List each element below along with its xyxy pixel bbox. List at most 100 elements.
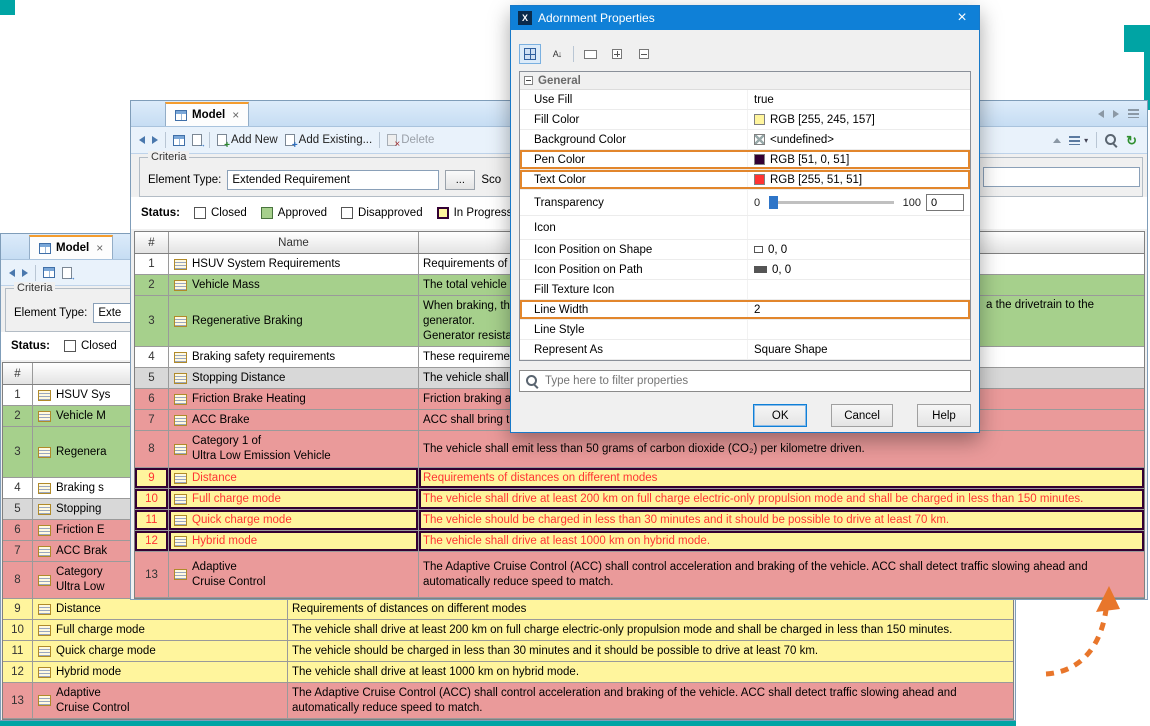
requirement-name-cell[interactable]: Stopping Distance [169,368,419,388]
requirement-name-cell[interactable]: AdaptiveCruise Control [33,683,288,718]
row-number-cell[interactable]: 5 [3,499,33,519]
slider-thumb[interactable] [769,196,778,209]
property-value[interactable] [748,280,970,299]
scroll-tabs-right-icon[interactable] [1113,110,1119,118]
status-checkbox-approved[interactable] [261,207,273,219]
table-row[interactable]: 13AdaptiveCruise ControlThe Adaptive Cru… [135,552,1144,598]
view-options-icon[interactable]: ▾ [1069,136,1088,145]
requirement-text-cell[interactable]: The vehicle should be charged in less th… [288,641,1013,661]
property-value[interactable] [748,320,970,339]
property-row[interactable]: Icon Position on Path0, 0 [520,260,970,280]
table-row[interactable]: 12Hybrid modeThe vehicle shall drive at … [3,662,1013,683]
requirement-name-cell[interactable]: AdaptiveCruise Control [169,552,419,597]
requirement-name-cell[interactable]: Quick charge mode [33,641,288,661]
row-number-cell[interactable]: 7 [135,410,169,430]
show-description-icon[interactable] [579,44,601,64]
property-row[interactable]: Use Filltrue [520,90,970,110]
requirement-text-cell[interactable]: The vehicle shall drive at least 1000 km… [288,662,1013,682]
requirement-name-cell[interactable]: Hybrid mode [169,531,419,551]
row-number-cell[interactable]: 3 [3,427,33,477]
export-icon[interactable] [62,267,72,279]
column-header-number[interactable]: # [3,363,33,384]
table-row[interactable]: 11Quick charge modeThe vehicle should be… [3,641,1013,662]
ok-button[interactable]: OK [753,404,807,427]
status-checkbox-in-progress[interactable] [437,207,449,219]
requirement-text-cell[interactable]: The vehicle shall drive at least 1000 km… [419,531,1144,551]
row-number-cell[interactable]: 4 [3,478,33,498]
requirement-text-cell[interactable]: The vehicle shall drive at least 200 km … [288,620,1013,640]
dialog-title-bar[interactable]: X Adornment Properties × [511,6,979,30]
scope-input[interactable] [983,167,1140,187]
row-number-cell[interactable]: 11 [3,641,33,661]
table-row[interactable]: 13AdaptiveCruise ControlThe Adaptive Cru… [3,683,1013,719]
tab-model-back[interactable]: Model × [29,235,113,259]
property-value[interactable] [748,216,970,239]
forward-icon[interactable] [152,136,158,144]
row-number-cell[interactable]: 2 [135,275,169,295]
export-icon[interactable] [192,134,202,146]
cancel-button[interactable]: Cancel [831,404,893,427]
tab-list-icon[interactable] [1128,109,1139,118]
property-row[interactable]: Text ColorRGB [255, 51, 51] [520,170,970,190]
requirement-name-cell[interactable]: Full charge mode [169,489,419,509]
status-option-approved[interactable]: Approved [261,207,327,219]
tab-close-icon[interactable]: × [232,108,239,122]
property-value[interactable]: 0, 0 [748,260,970,279]
element-type-input[interactable] [227,170,439,190]
property-value[interactable]: true [748,90,970,109]
requirement-name-cell[interactable]: Distance [33,599,288,619]
row-number-cell[interactable]: 5 [135,368,169,388]
property-value[interactable]: Square Shape [748,340,970,359]
expand-properties-icon[interactable] [606,44,628,64]
row-number-cell[interactable]: 9 [135,468,169,488]
row-number-cell[interactable]: 4 [135,347,169,367]
property-value[interactable]: RGB [51, 0, 51] [748,150,970,169]
filter-box[interactable] [519,370,971,392]
open-table-icon[interactable] [173,135,185,146]
property-row[interactable]: Fill ColorRGB [255, 245, 157] [520,110,970,130]
property-row[interactable]: Background Color<undefined> [520,130,970,150]
property-row[interactable]: Line Style [520,320,970,340]
table-row[interactable]: 10Full charge modeThe vehicle shall driv… [135,489,1144,510]
column-header-number[interactable]: # [135,232,169,253]
property-row[interactable]: Icon Position on Shape0, 0 [520,240,970,260]
property-row[interactable]: Transparency01000 [520,190,970,216]
filter-input[interactable] [545,375,964,387]
delete-button[interactable]: Delete [387,134,434,146]
row-number-cell[interactable]: 2 [3,406,33,426]
column-header-name[interactable]: Name [169,232,419,253]
property-group-general[interactable]: General [520,72,970,90]
row-number-cell[interactable]: 8 [3,562,33,598]
row-number-cell[interactable]: 13 [135,552,169,597]
transparency-slider[interactable] [769,201,894,204]
requirement-name-cell[interactable]: Quick charge mode [169,510,419,530]
table-row[interactable]: 9DistanceRequirements of distances on di… [3,599,1013,620]
browse-button[interactable]: ... [445,170,475,190]
close-icon[interactable]: × [945,6,979,30]
table-row[interactable]: 9DistanceRequirements of distances on di… [135,468,1144,489]
open-table-icon[interactable] [43,267,55,278]
property-value[interactable]: RGB [255, 51, 51] [748,170,970,189]
row-number-cell[interactable]: 10 [3,620,33,640]
requirement-text-cell[interactable]: The vehicle shall emit less than 50 gram… [419,431,1144,467]
table-row[interactable]: 11Quick charge modeThe vehicle should be… [135,510,1144,531]
property-value[interactable]: 2 [748,300,970,319]
requirement-text-cell[interactable]: Requirements of distances on different m… [288,599,1013,619]
requirement-text-cell[interactable]: The vehicle shall drive at least 200 km … [419,489,1144,509]
collapse-criteria-icon[interactable] [1053,138,1061,143]
add-existing-button[interactable]: Add Existing... [285,134,373,146]
status-option-disapproved[interactable]: Disapproved [341,207,423,219]
status-checkbox-closed[interactable] [194,207,206,219]
requirement-name-cell[interactable]: Distance [169,468,419,488]
status-checkbox-closed[interactable] [64,340,76,352]
categorized-view-icon[interactable] [519,44,541,64]
tab-close-icon[interactable]: × [96,241,103,255]
collapse-group-icon[interactable] [524,76,533,85]
requirement-name-cell[interactable]: HSUV System Requirements [169,254,419,274]
property-value[interactable]: <undefined> [748,130,970,149]
tab-model[interactable]: Model × [165,102,249,126]
requirement-text-cell[interactable]: Requirements of distances on different m… [419,468,1144,488]
property-row[interactable]: Icon [520,216,970,240]
requirement-text-cell[interactable]: The Adaptive Cruise Control (ACC) shall … [288,683,1013,718]
row-number-cell[interactable]: 10 [135,489,169,509]
